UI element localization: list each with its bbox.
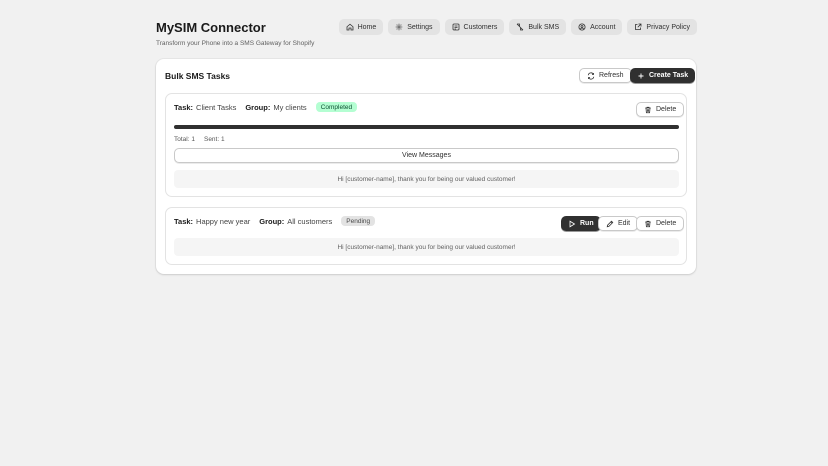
total-label: Total: [174, 136, 190, 143]
play-icon [569, 220, 576, 227]
progress-bar [174, 125, 679, 129]
pencil-icon [606, 220, 614, 227]
trash-icon [645, 106, 651, 113]
app-header: MySIM Connector Transform your Phone int… [156, 20, 314, 47]
external-link-icon [635, 23, 642, 30]
task-name-label: Task: [174, 216, 194, 226]
task-item: Task: Client Tasks Group: My clients Com… [165, 93, 687, 197]
task-counts: Total: 1 Sent: 1 [174, 136, 225, 143]
delete-label: Delete [656, 220, 677, 227]
top-nav: Home Settings Customers Bulk SMS Account… [338, 19, 697, 35]
task-name: Happy new year [196, 216, 251, 226]
customers-icon [452, 23, 459, 31]
task-group: My clients [273, 102, 307, 112]
refresh-icon [587, 71, 595, 80]
sent-label: Sent: [203, 136, 220, 143]
nav-privacy-policy-label: Privacy Policy [646, 23, 690, 31]
nav-settings-label: Settings [407, 23, 433, 31]
delete-label: Delete [656, 106, 677, 113]
delete-button[interactable]: Delete [636, 102, 685, 117]
task-group-label: Group: [245, 102, 271, 112]
edit-button[interactable]: Edit [598, 216, 639, 231]
account-icon [578, 23, 586, 31]
task-name-label: Task: [174, 102, 194, 112]
refresh-label: Refresh [599, 72, 624, 79]
status-badge: Completed [315, 102, 358, 112]
nav-home-button[interactable]: Home [338, 19, 384, 35]
nav-customers-button[interactable]: Customers [444, 19, 505, 35]
create-task-label: Create Task [649, 72, 689, 79]
nav-account-button[interactable]: Account [571, 19, 623, 35]
trash-icon [645, 220, 651, 227]
run-label: Run [580, 220, 594, 227]
sent-value: 1 [220, 136, 225, 143]
home-icon [346, 23, 353, 31]
message-preview: Hi [customer-name], thank you for being … [174, 238, 679, 256]
task-group: All customers [287, 216, 333, 226]
delete-button[interactable]: Delete [636, 216, 685, 231]
app-subtitle: Transform your Phone into a SMS Gateway … [156, 40, 315, 47]
plus-icon [638, 73, 644, 78]
refresh-button[interactable]: Refresh [579, 68, 632, 83]
send-icon [517, 23, 524, 31]
bulk-sms-card: Bulk SMS Tasks Refresh Create Task Task:… [156, 59, 696, 274]
run-button[interactable]: Run [561, 216, 601, 231]
nav-home-label: Home [357, 23, 377, 31]
create-task-button[interactable]: Create Task [630, 68, 696, 83]
card-title: Bulk SMS Tasks [165, 71, 231, 81]
sent-count: Sent: 1 [204, 136, 225, 143]
view-messages-button[interactable]: View Messages [174, 148, 679, 163]
nav-privacy-policy-button[interactable]: Privacy Policy [627, 19, 697, 35]
task-item: Task: Happy new year Group: All customer… [165, 207, 687, 265]
task-group-label: Group: [259, 216, 285, 226]
gear-icon [396, 23, 403, 31]
status-badge: Pending [341, 216, 376, 226]
nav-settings-button[interactable]: Settings [388, 19, 440, 35]
app-title: MySIM Connector [156, 20, 266, 35]
total-count: Total: 1 [174, 136, 195, 143]
task-name: Client Tasks [196, 102, 237, 112]
nav-bulk-sms-label: Bulk SMS [528, 23, 560, 31]
nav-customers-label: Customers [463, 23, 498, 31]
progress-fill [174, 125, 679, 129]
task-meta: Task: Client Tasks Group: My clients Com… [174, 102, 358, 112]
message-preview: Hi [customer-name], thank you for being … [174, 170, 679, 188]
nav-bulk-sms-button[interactable]: Bulk SMS [509, 19, 567, 35]
edit-label: Edit [618, 220, 631, 227]
total-value: 1 [191, 136, 195, 143]
nav-account-label: Account [590, 23, 616, 31]
task-meta: Task: Happy new year Group: All customer… [174, 216, 376, 226]
